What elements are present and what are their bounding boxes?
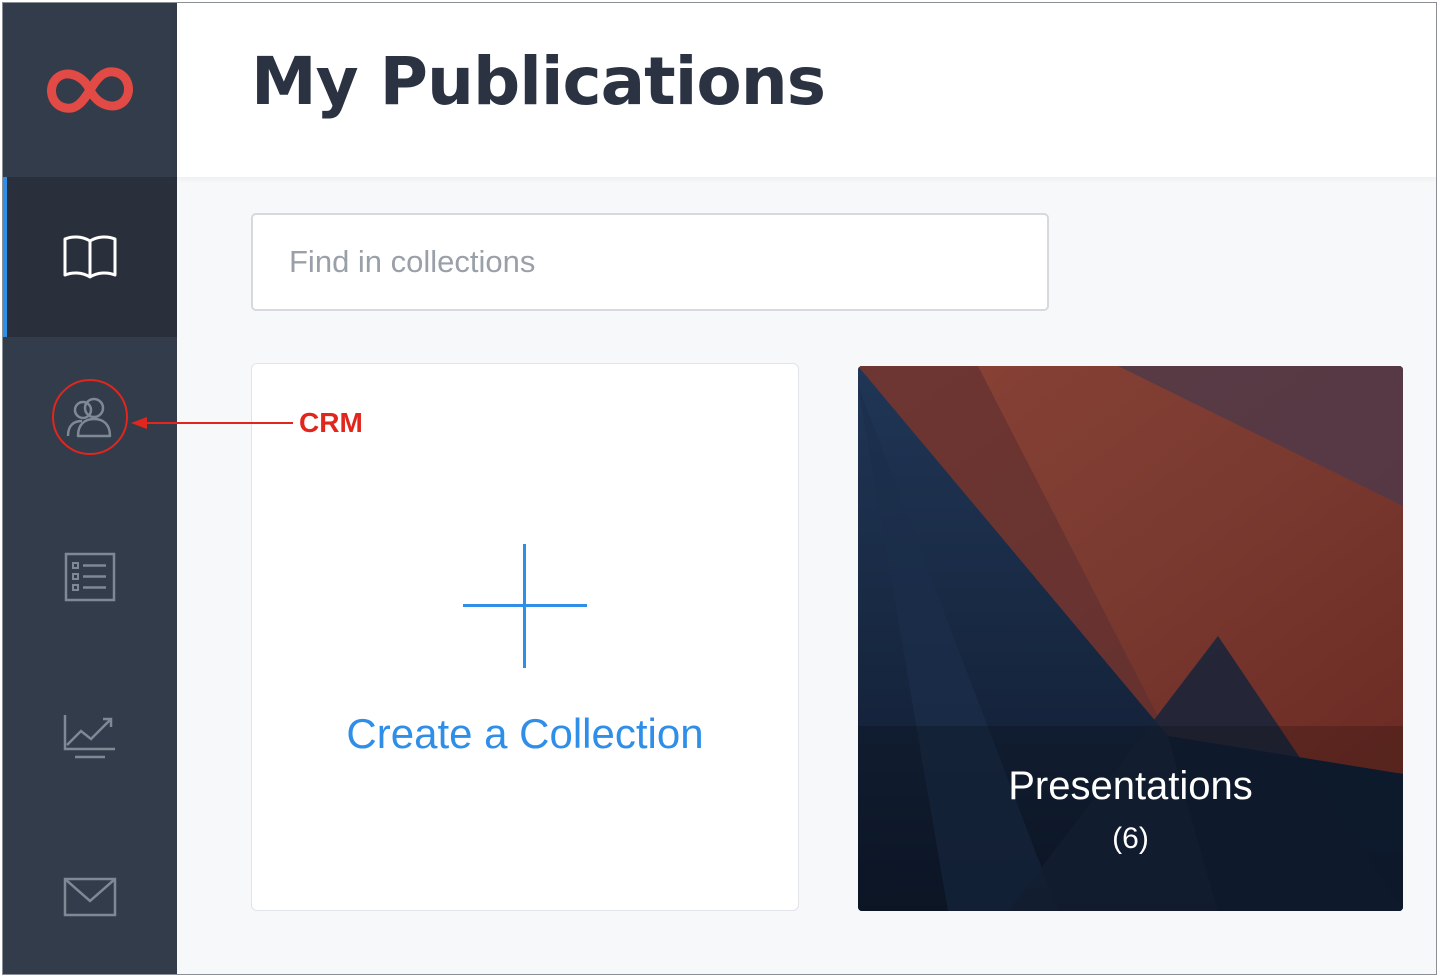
sidebar-item-email[interactable] — [3, 817, 177, 974]
checklist-icon — [64, 552, 116, 602]
page-title: My Publications — [251, 43, 826, 120]
annotation-label: CRM — [299, 407, 363, 438]
sidebar-item-publications[interactable] — [3, 177, 177, 337]
sidebar-item-forms[interactable] — [3, 497, 177, 657]
sidebar-item-analytics[interactable] — [3, 657, 177, 817]
envelope-icon — [63, 877, 117, 917]
collection-card[interactable]: Presentations (6) — [858, 366, 1403, 911]
logo[interactable] — [3, 3, 177, 177]
collection-count: (6) — [1112, 822, 1149, 855]
open-book-icon — [63, 235, 117, 279]
annotation-arrow-icon — [131, 417, 293, 429]
sidebar — [3, 3, 177, 974]
infinity-logo-icon — [47, 67, 133, 113]
app-window: My Publications Create a Collection — [2, 2, 1437, 975]
page-header: My Publications — [177, 3, 1436, 177]
plus-icon-vertical — [523, 544, 526, 668]
collection-name: Presentations — [1008, 764, 1253, 808]
crm-highlight-circle — [52, 379, 128, 455]
line-chart-icon — [63, 715, 115, 759]
create-collection-label: Create a Collection — [346, 710, 704, 757]
search-input[interactable] — [251, 213, 1049, 311]
create-collection-card[interactable]: Create a Collection — [251, 363, 799, 911]
